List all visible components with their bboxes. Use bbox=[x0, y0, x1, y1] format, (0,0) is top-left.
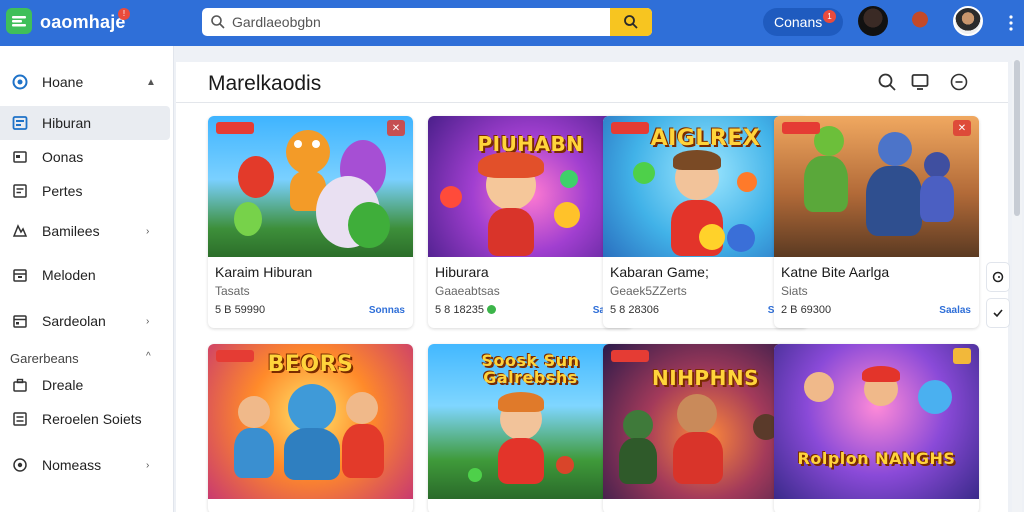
new-badge bbox=[216, 350, 254, 362]
document-icon bbox=[13, 184, 27, 198]
chevron-up-icon: ▲ bbox=[146, 76, 156, 88]
card-subtitle: Siats bbox=[781, 284, 808, 298]
check-icon bbox=[993, 309, 1003, 318]
avatar[interactable] bbox=[905, 6, 935, 36]
card-title: Kabaran Game; bbox=[610, 264, 709, 280]
card-subtitle: Gaaeabtsas bbox=[435, 284, 500, 298]
sidebar-item-home[interactable]: Hoane ▲ bbox=[0, 65, 170, 99]
home-icon bbox=[12, 74, 28, 90]
scrollbar[interactable] bbox=[1012, 60, 1022, 512]
user-avatar[interactable] bbox=[953, 6, 983, 36]
avatar[interactable] bbox=[858, 6, 888, 36]
sidebar-item-reroelen[interactable]: Reroelen Soiets bbox=[0, 402, 170, 436]
notification-badge: ! bbox=[118, 8, 130, 20]
chevron-right-icon: › bbox=[146, 315, 150, 327]
sidebar-item-hiburan[interactable]: Hiburan bbox=[0, 106, 170, 140]
card-subtitle: Geaek5ZZerts bbox=[610, 284, 687, 298]
calendar-icon bbox=[13, 315, 27, 328]
game-art-title: Rolplon NANGHS bbox=[797, 449, 956, 468]
game-thumbnail: BEORS bbox=[208, 344, 413, 499]
sidebar-item-label: Hoane bbox=[42, 74, 84, 90]
scroll-thumb[interactable] bbox=[1014, 60, 1020, 216]
card-price: 2 B 69300 bbox=[781, 304, 832, 316]
account-pill-label: Conans bbox=[774, 14, 823, 30]
sidebar-section-label: Garerbeans bbox=[10, 351, 79, 366]
card-title: Katne Bite Aarlga bbox=[781, 264, 890, 280]
sidebar-item-label: Reroelen Soiets bbox=[42, 411, 142, 427]
sidebar-item-label: Hiburan bbox=[42, 115, 92, 131]
sidebar-item-label: Oonas bbox=[42, 149, 84, 165]
chevron-up-icon: ^ bbox=[146, 351, 151, 362]
card-title: Hiburara bbox=[435, 264, 489, 280]
new-badge bbox=[216, 122, 254, 134]
window-icon bbox=[13, 151, 27, 163]
briefcase-icon bbox=[13, 378, 27, 392]
card-price: 5 B 59990 bbox=[215, 304, 266, 316]
sidebar-item-meloden[interactable]: Meloden bbox=[0, 258, 170, 292]
more-options-icon[interactable] bbox=[949, 72, 969, 92]
game-card[interactable]: ✕ Katne Bite Aarlga Siats 2 B 69300 Saal… bbox=[774, 116, 979, 328]
puzzle-icon bbox=[12, 224, 28, 237]
brand-name[interactable]: oaomhaje bbox=[40, 12, 126, 33]
sidebar-item-dreale[interactable]: Dreale bbox=[0, 368, 170, 402]
game-thumbnail: ✕ bbox=[208, 116, 413, 257]
check-button[interactable] bbox=[986, 298, 1010, 328]
game-thumbnail: ✕ bbox=[774, 116, 979, 257]
sidebar-item-label: Sardeolan bbox=[42, 313, 106, 329]
sidebar-item-label: Dreale bbox=[42, 377, 84, 393]
pill-badge: 1 bbox=[823, 10, 836, 23]
new-badge bbox=[611, 122, 649, 134]
card-title: Karaim Hiburan bbox=[215, 264, 313, 280]
favorite-icon[interactable]: ✕ bbox=[387, 120, 405, 136]
sidebar-item-sardeolan[interactable]: Sardeolan › bbox=[0, 304, 170, 338]
sidebar-item-nomeass[interactable]: Nomeass › bbox=[0, 448, 170, 482]
chevron-right-icon: › bbox=[146, 459, 150, 471]
game-card[interactable]: Rolplon NANGHS bbox=[774, 344, 979, 512]
category-icon bbox=[12, 116, 28, 130]
favorite-icon[interactable]: ✕ bbox=[953, 120, 971, 136]
sidebar-item-label: Meloden bbox=[42, 267, 96, 283]
sidebar: Hoane ▲ Hiburan Oonas Pertes Bamilees › … bbox=[0, 46, 174, 512]
search-icon bbox=[624, 15, 638, 29]
game-thumbnail: Rolplon NANGHS bbox=[774, 344, 979, 499]
monitor-icon[interactable] bbox=[910, 72, 930, 92]
clock-icon bbox=[992, 271, 1004, 283]
globe-icon bbox=[13, 458, 27, 472]
history-button[interactable] bbox=[986, 262, 1010, 292]
list-icon bbox=[13, 412, 27, 426]
sidebar-item-label: Bamilees bbox=[42, 223, 100, 239]
top-bar: oaomhaje ! Conans 1 bbox=[0, 0, 1024, 46]
status-dot bbox=[487, 305, 496, 314]
card-action-link[interactable]: Saalas bbox=[939, 305, 971, 316]
sidebar-item-bamilees[interactable]: Bamilees › bbox=[0, 214, 170, 248]
app-logo-icon[interactable] bbox=[6, 8, 32, 34]
new-badge bbox=[782, 122, 820, 134]
archive-icon bbox=[13, 269, 27, 282]
card-price: 5 8 28306 bbox=[610, 304, 659, 316]
new-badge bbox=[611, 350, 649, 362]
sidebar-item-label: Nomeass bbox=[42, 457, 102, 473]
sidebar-item-oonas[interactable]: Oonas bbox=[0, 140, 170, 174]
divider bbox=[176, 102, 1008, 103]
page-title: Marelkaodis bbox=[208, 72, 322, 95]
card-action-link[interactable]: Sonnas bbox=[369, 305, 405, 316]
card-subtitle: Tasats bbox=[215, 284, 250, 298]
search-bar bbox=[202, 8, 652, 36]
game-card[interactable]: ✕ Karaim Hiburan Tasats 5 B 59990 Sonnas bbox=[208, 116, 413, 328]
search-icon[interactable] bbox=[877, 72, 897, 92]
game-card[interactable]: BEORS bbox=[208, 344, 413, 512]
chevron-right-icon: › bbox=[146, 225, 150, 237]
more-icon[interactable] bbox=[1008, 14, 1014, 32]
sidebar-item-pertes[interactable]: Pertes bbox=[0, 174, 170, 208]
search-button[interactable] bbox=[610, 8, 652, 36]
sidebar-section-header[interactable]: Garerbeans ^ bbox=[10, 351, 151, 366]
favorite-icon[interactable] bbox=[953, 348, 971, 364]
sidebar-item-label: Pertes bbox=[42, 183, 83, 199]
card-price: 5 8 18235 bbox=[435, 304, 496, 316]
search-icon bbox=[211, 15, 225, 29]
search-input[interactable] bbox=[232, 12, 612, 32]
